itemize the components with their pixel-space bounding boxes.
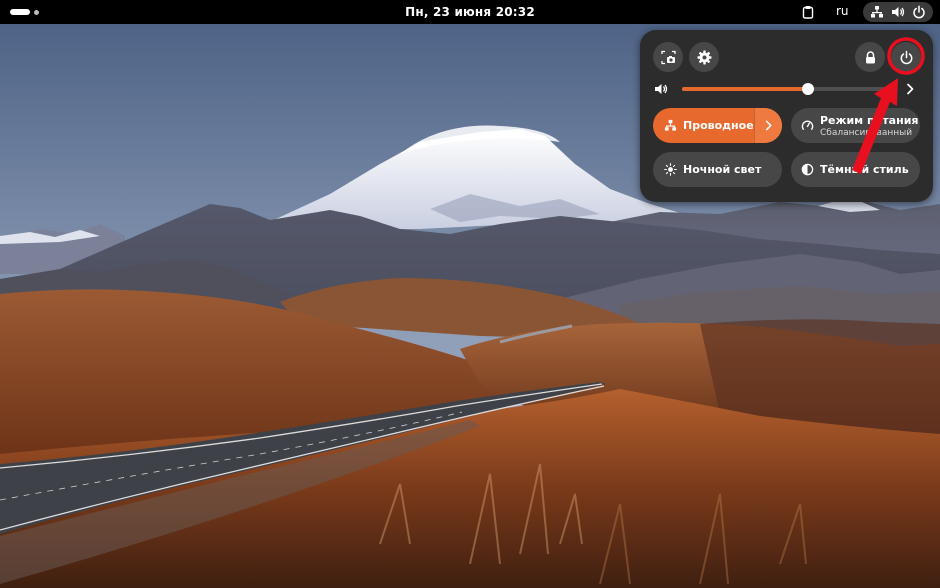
lock-button[interactable] (855, 42, 885, 72)
power-off-button[interactable] (891, 42, 921, 72)
network-tile-label: Проводное (683, 119, 754, 132)
chevron-right-icon (765, 120, 772, 131)
power-mode-text: Режим питания Сбалансированный (820, 114, 918, 138)
night-light-label: Ночной свет (683, 163, 762, 176)
volume-slider-fill (682, 87, 808, 91)
workspace-dot-icon (34, 9, 39, 15)
power-mode-sublabel: Сбалансированный (820, 127, 913, 138)
activities-button[interactable] (10, 5, 39, 19)
power-icon (912, 5, 925, 19)
volume-slider[interactable] (682, 83, 895, 95)
dark-style-label: Тёмный стиль (820, 163, 909, 176)
lock-icon (865, 50, 875, 63)
power-icon (900, 50, 912, 64)
volume-icon (655, 84, 668, 94)
screenshot-button[interactable] (653, 42, 683, 72)
system-status-indicators[interactable] (863, 2, 933, 22)
quick-settings-panel: Проводное Режим питания Сбалансированный (640, 30, 933, 202)
volume-icon (891, 7, 905, 17)
screenshot-icon (660, 50, 676, 64)
dark-style-toggle[interactable]: Тёмный стиль (791, 152, 920, 187)
power-mode-label: Режим питания (820, 113, 919, 127)
night-light-toggle[interactable]: Ночной свет (653, 152, 782, 187)
power-mode-toggle[interactable]: Режим питания Сбалансированный (791, 108, 920, 143)
network-menu-button[interactable] (754, 108, 782, 143)
keyboard-layout-indicator[interactable]: ru (836, 4, 849, 18)
activities-pill-icon (10, 9, 30, 15)
gauge-icon (801, 120, 814, 130)
clock[interactable]: Пн, 23 июня 20:32 (405, 5, 535, 19)
clock-container: Пн, 23 июня 20:32 (0, 0, 940, 24)
chevron-right-icon[interactable] (904, 82, 916, 96)
network-wired-toggle[interactable]: Проводное (653, 108, 782, 143)
network-wired-icon (871, 6, 884, 18)
network-wired-icon (664, 119, 677, 131)
clipboard-icon[interactable] (801, 5, 815, 19)
sun-icon (664, 163, 677, 176)
volume-slider-handle[interactable] (801, 83, 814, 95)
gear-icon (697, 50, 711, 64)
half-circle-icon (801, 163, 814, 176)
settings-button[interactable] (689, 42, 719, 72)
top-bar: Пн, 23 июня 20:32 ru (0, 0, 940, 24)
